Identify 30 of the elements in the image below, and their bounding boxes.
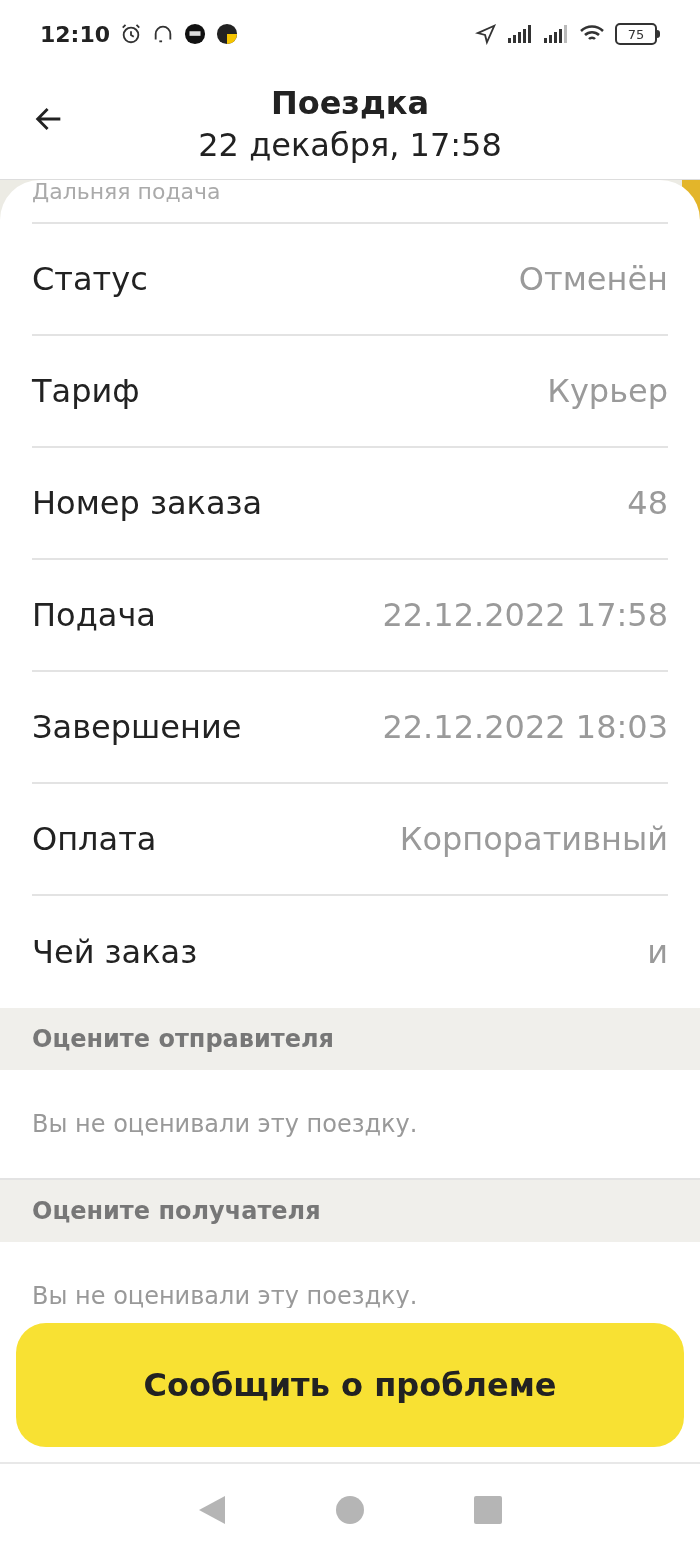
detail-label: Завершение [32, 707, 242, 748]
clock-time: 12:10 [40, 20, 111, 49]
detail-value: Корпоративный [399, 819, 668, 860]
detail-value: 22.12.2022 18:03 [382, 707, 668, 748]
detail-value: 22.12.2022 17:58 [382, 595, 668, 636]
section-header: Оцените отправителя [0, 1008, 700, 1070]
battery-icon: 75 [615, 23, 660, 45]
distant-pickup-label: Дальняя подача [32, 180, 221, 204]
detail-label: Тариф [32, 371, 140, 412]
detail-value: Курьер [547, 371, 668, 412]
detail-value: и [647, 932, 668, 973]
signal-icon [543, 24, 569, 44]
detail-label: Номер заказа [32, 483, 263, 524]
back-nav-icon[interactable] [198, 1495, 226, 1525]
signal-icon [507, 24, 533, 44]
rating-note: Вы не оценивали эту поездку. [32, 1109, 418, 1140]
app-icon [216, 23, 239, 45]
app-icon [184, 23, 207, 45]
detail-value: Отменён [518, 259, 668, 300]
screen-title: Поездка [270, 82, 430, 124]
detail-label: Оплата [32, 819, 157, 860]
detail-label: Подача [32, 595, 156, 636]
home-nav-icon[interactable] [336, 1496, 364, 1524]
location-arrow-icon [475, 23, 497, 45]
detail-label: Чей заказ [32, 932, 198, 973]
trip-date: 22 декабря, 17:58 [198, 124, 502, 166]
report-problem-button[interactable]: Сообщить о проблеме [16, 1323, 684, 1447]
section-header: Оцените получателя [0, 1180, 700, 1242]
detail-value: 48 [627, 483, 668, 524]
detail-label: Статус [32, 259, 148, 300]
